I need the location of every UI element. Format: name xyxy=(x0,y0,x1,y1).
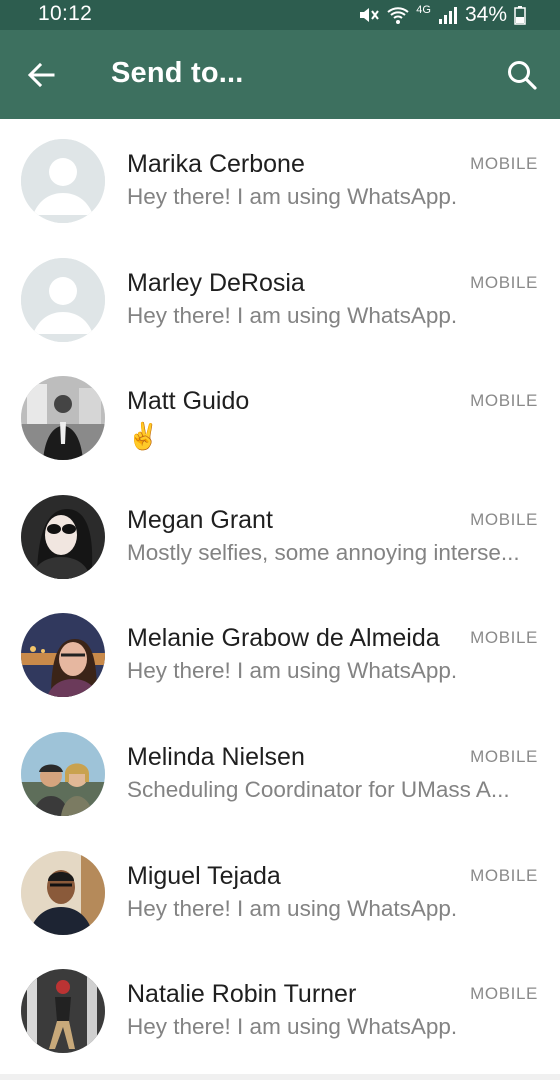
contact-type: MOBILE xyxy=(470,628,538,648)
contact-row[interactable]: Marika Cerbone Hey there! I am using Wha… xyxy=(0,119,560,238)
network-4g-icon: 4G xyxy=(416,4,431,16)
contact-name: Matt Guido xyxy=(127,387,250,416)
contact-type: MOBILE xyxy=(470,509,538,529)
arrow-left-icon[interactable] xyxy=(26,60,56,90)
contact-status: Hey there! I am using WhatsApp. xyxy=(127,302,458,328)
contact-status: Scheduling Coordinator for UMass A... xyxy=(127,776,510,802)
avatar xyxy=(21,850,105,935)
status-icons: 4G 34% xyxy=(358,2,526,28)
contact-list: Marika Cerbone Hey there! I am using Wha… xyxy=(0,119,560,1068)
contact-status: Hey there! I am using WhatsApp. xyxy=(127,1014,458,1040)
app-bar: Send to... xyxy=(0,30,560,119)
avatar xyxy=(21,613,105,698)
contact-row[interactable]: Matt Guido ✌ MOBILE xyxy=(0,356,560,475)
contact-name: Megan Grant xyxy=(127,505,273,534)
contact-name: Marley DeRosia xyxy=(127,268,305,297)
battery-percent: 34% xyxy=(464,3,507,26)
avatar xyxy=(21,731,105,816)
contact-row[interactable]: Melanie Grabow de Almeida Hey there! I a… xyxy=(0,593,560,712)
contact-type: MOBILE xyxy=(470,984,538,1004)
contact-row[interactable]: Miguel Tejada Hey there! I am using What… xyxy=(0,831,560,950)
contact-row[interactable]: Melinda Nielsen Scheduling Coordinator f… xyxy=(0,712,560,831)
contact-row[interactable]: Marley DeRosia Hey there! I am using Wha… xyxy=(0,238,560,357)
contact-type: MOBILE xyxy=(470,272,538,292)
contact-type: MOBILE xyxy=(470,391,538,411)
default-avatar-icon xyxy=(21,257,105,342)
contact-name: Miguel Tejada xyxy=(127,861,281,890)
contact-status: Hey there! I am using WhatsApp. xyxy=(127,184,458,209)
contact-name: Natalie Robin Turner xyxy=(127,980,357,1009)
avatar xyxy=(21,494,105,579)
wifi-icon xyxy=(387,7,409,24)
victory-hand-emoji: ✌ xyxy=(127,421,160,452)
contact-status: Hey there! I am using WhatsApp. xyxy=(127,658,458,684)
default-avatar-icon xyxy=(21,139,105,223)
contact-name: Melinda Nielsen xyxy=(127,742,305,771)
battery-icon xyxy=(514,6,526,25)
status-time: 10:12 xyxy=(38,2,93,25)
status-bar: 10:12 4G 34% xyxy=(0,0,560,30)
contact-name: Melanie Grabow de Almeida xyxy=(127,624,440,653)
contact-status: Mostly selfies, some annoying interse... xyxy=(127,539,520,565)
signal-icon xyxy=(438,7,457,24)
contact-row[interactable]: Megan Grant Mostly selfies, some annoyin… xyxy=(0,475,560,594)
search-icon[interactable] xyxy=(506,59,538,91)
contact-type: MOBILE xyxy=(470,865,538,885)
contact-row[interactable]: Natalie Robin Turner Hey there! I am usi… xyxy=(0,949,560,1068)
page-title: Send to... xyxy=(111,57,244,89)
avatar xyxy=(21,969,105,1054)
bottom-edge xyxy=(0,1074,560,1080)
contact-name: Marika Cerbone xyxy=(127,150,305,178)
contact-type: MOBILE xyxy=(470,154,538,173)
contact-type: MOBILE xyxy=(470,746,538,766)
mute-icon xyxy=(360,8,380,22)
contact-status: Hey there! I am using WhatsApp. xyxy=(127,895,458,921)
avatar xyxy=(21,376,105,461)
